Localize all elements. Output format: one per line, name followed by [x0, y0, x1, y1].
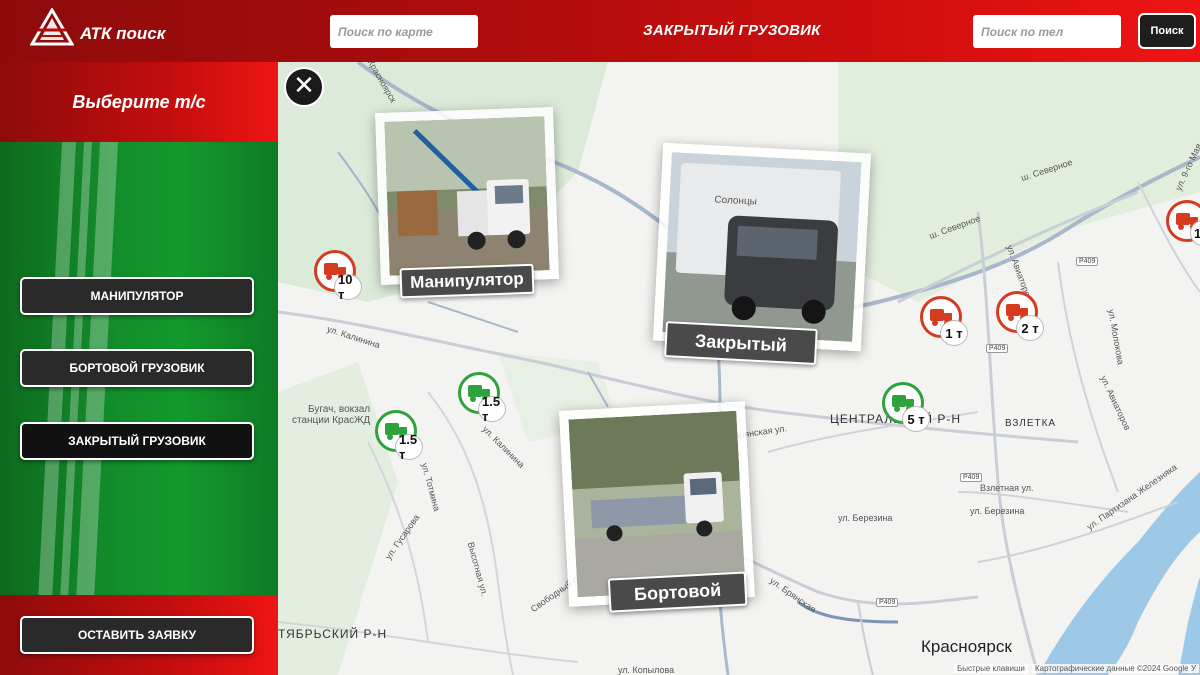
vehicle-marker[interactable]: 5 т	[882, 382, 930, 432]
road-badge: Р409	[1076, 257, 1099, 266]
vehicle-card-closed[interactable]: Солонцы Закрытый	[652, 142, 872, 365]
sidebar-item-closed-truck[interactable]: ЗАКРЫТЫЙ ГРУЗОВИК	[20, 422, 254, 460]
map-label: ул. Березина	[838, 513, 893, 523]
road-badge: Р409	[986, 344, 1009, 353]
sidebar-header: Выберите т/с	[0, 62, 278, 142]
closed-truck-image: Солонцы	[662, 152, 862, 342]
map-label: ул. Копылова	[618, 665, 675, 675]
flatbed-truck-photo	[568, 410, 746, 598]
vehicle-marker[interactable]: 1 т	[920, 296, 968, 346]
district-label: ТЯБРЬСКИЙ Р-Н	[278, 627, 388, 641]
map-attribution-link[interactable]: Быстрые клавиши	[954, 664, 1028, 673]
phone-search-input[interactable]	[973, 15, 1121, 48]
sidebar-item-flatbed-truck[interactable]: БОРТОВОЙ ГРУЗОВИК	[20, 349, 254, 387]
search-button[interactable]: Поиск	[1138, 13, 1196, 49]
capacity-badge: 1 т	[940, 320, 968, 346]
capacity-badge: 2 т	[1016, 315, 1044, 341]
card-label-manipulator[interactable]: Манипулятор	[399, 263, 535, 299]
capacity-badge: 5 т	[902, 406, 930, 432]
capacity-badge: 1.5 т	[478, 394, 506, 424]
page-title: ЗАКРЫТЫЙ ГРУЗОВИК	[643, 22, 821, 39]
atk-logo-icon	[30, 8, 74, 46]
manipulator-truck-image	[384, 116, 550, 276]
closed-truck-photo: Солонцы	[662, 152, 862, 342]
district-label: ВЗЛЕТКА	[1005, 418, 1057, 429]
manipulator-photo	[384, 116, 550, 276]
road-badge: Р409	[876, 598, 899, 607]
sidebar-heading: Выберите т/с	[72, 92, 206, 112]
vehicle-card-manipulator[interactable]: Манипулятор	[375, 106, 559, 299]
map-attribution-link[interactable]: У	[1188, 664, 1200, 673]
sidebar-item-manipulator[interactable]: МАНИПУЛЯТОР	[20, 277, 254, 315]
sidebar: Выберите т/с МАНИПУЛЯТОР БОРТОВОЙ ГРУЗОВ…	[0, 62, 278, 675]
card-label-flatbed[interactable]: Бортовой	[607, 571, 748, 613]
map-label: ул. Березина	[970, 506, 1025, 516]
flatbed-truck-image	[568, 410, 746, 598]
map-label: станции КрасЖД	[292, 415, 371, 426]
map-search-input[interactable]	[330, 15, 478, 48]
top-bar: АТК поиск ЗАКРЫТЫЙ ГРУЗОВИК Поиск	[0, 0, 1200, 62]
vehicle-marker[interactable]: 1.5	[1166, 200, 1200, 248]
vehicle-marker[interactable]: 2 т	[996, 291, 1044, 341]
vehicle-marker[interactable]: 1.5 т	[458, 372, 506, 424]
vehicle-marker[interactable]: 10 т	[314, 250, 362, 302]
closed-truck-photo-text: Солонцы	[714, 194, 757, 207]
vehicle-card-flatbed[interactable]: Бортовой	[558, 401, 756, 613]
map-view[interactable]: Красноярск ул. Калинина ул. Калинина Буг…	[278, 62, 1200, 675]
vehicle-marker[interactable]: 1.5 т	[375, 410, 423, 462]
capacity-badge: 10 т	[334, 272, 362, 302]
brand-name: АТК поиск	[80, 24, 166, 43]
close-icon[interactable]: ✕	[284, 67, 324, 107]
map-label: Взлетная ул.	[980, 483, 1034, 493]
map-label: Бугач, вокзал	[308, 404, 371, 415]
city-label: Красноярск	[921, 637, 1012, 656]
submit-request-button[interactable]: ОСТАВИТЬ ЗАЯВКУ	[20, 616, 254, 654]
capacity-badge: 1.5 т	[395, 432, 423, 462]
map-attribution-data[interactable]: Картографические данные ©2024 Google	[1032, 664, 1192, 673]
road-badge: Р409	[960, 473, 983, 482]
